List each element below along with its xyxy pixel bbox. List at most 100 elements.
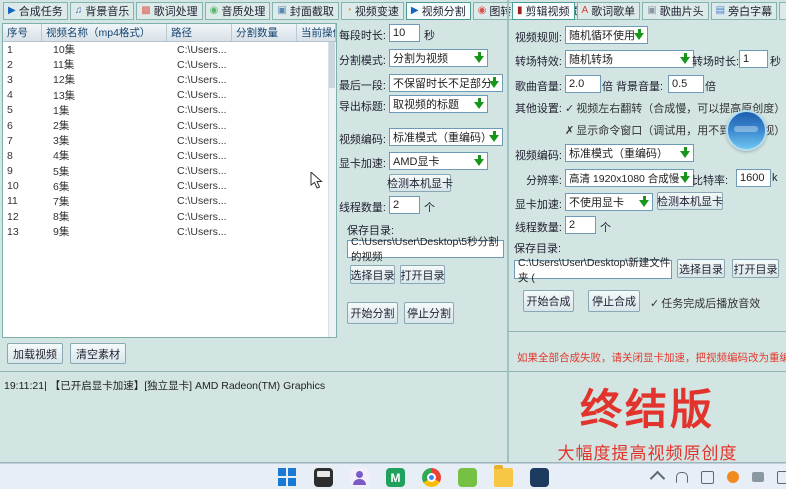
song-volume-unit: 倍 [602,78,613,94]
chrome-icon[interactable] [422,468,441,487]
promo-subtitle: 大幅度提高视频原创度 [509,439,786,464]
tab-label: 合成任务 [19,3,63,19]
tray-clipboard-icon[interactable] [701,471,714,484]
dark-app-icon[interactable] [530,468,549,487]
merge-thread-count-input[interactable]: 2 [565,216,596,234]
gpu-accel-select[interactable]: AMD显卡 [389,152,488,170]
toolbar-tab[interactable]: ▣ 歌曲片头 [642,2,708,20]
last-segment-select[interactable]: 不保留时长不足部分 [389,74,503,92]
table-row[interactable]: 5 1集 C:\Users... [3,103,336,118]
table-row[interactable]: 8 4集 C:\Users... [3,148,336,163]
toolbar-tab[interactable]: ♫ 背景音乐 [70,2,135,20]
table-row[interactable]: 1 10集 C:\Users... [3,42,336,57]
toolbar-tab[interactable]: A 歌词歌单 [577,2,641,20]
clear-materials-button[interactable]: 清空素材 [70,343,126,364]
tray-orange-app-icon[interactable] [727,471,739,483]
bg-volume-label: 背景音量: [616,78,663,94]
thread-count-input[interactable]: 2 [389,196,420,214]
save-dir-input[interactable]: C:\Users\User\Desktop\5秒分割的视频 [347,240,504,258]
tray-bell-icon[interactable] [676,472,688,483]
open-dir-button[interactable]: 打开目录 [400,265,445,284]
table-row[interactable]: 13 9集 C:\Users... [3,224,336,239]
windows-start-icon[interactable] [278,468,297,487]
export-title-select[interactable]: 取视频的标题 [389,95,488,113]
taskbar-app-icons: M [278,468,549,487]
detect-gpu-button[interactable]: 检测本机显卡 [389,174,451,192]
stop-merge-button[interactable]: 停止合成 [588,290,640,312]
tab-label: 音质处理 [221,3,265,19]
table-row[interactable]: 12 8集 C:\Users... [3,209,336,224]
mail-app-icon[interactable]: M [386,468,405,487]
floating-qq-badge[interactable] [726,110,767,151]
folder-icon[interactable] [494,468,513,487]
bitrate-input[interactable]: 1600 [736,169,771,187]
merge-detect-gpu-button[interactable]: 检测本机显卡 [657,192,723,210]
toolbar-tab[interactable]: ⇧ 导出标题 [779,2,786,20]
toolbar-tab[interactable]: ◔ 视频变速 [341,2,404,20]
table-row[interactable]: 3 12集 C:\Users... [3,72,336,87]
toolbar-tab[interactable]: ▮ 剪辑视频 [512,2,575,20]
toolbar-tab[interactable]: ▶ 合成任务 [3,2,68,20]
toolbar-tab[interactable]: ▩ 歌词处理 [136,2,202,20]
cell-path: C:\Users... [173,195,237,207]
transition-select[interactable]: 随机转场 [565,50,694,68]
table-row[interactable]: 2 11集 C:\Users... [3,57,336,72]
col-header-splitcount[interactable]: 分割数量 [232,24,297,41]
cell-name: 10集 [41,42,173,57]
merge-choose-dir-button[interactable]: 选择目录 [677,259,725,278]
merge-gpu-select[interactable]: 不使用显卡 [565,193,653,211]
table-row[interactable]: 7 3集 C:\Users... [3,133,336,148]
choose-dir-button[interactable]: 选择目录 [350,265,395,284]
tray-chevron-up-icon[interactable] [650,471,666,487]
load-videos-button[interactable]: 加载视频 [7,343,63,364]
cell-name: 6集 [41,179,173,194]
bg-volume-input[interactable]: 0.5 [668,75,704,93]
cell-name: 13集 [41,88,173,103]
cell-path: C:\Users... [173,135,237,147]
merge-encode-label: 视频编码: [512,147,562,163]
tray-volume-icon[interactable] [777,471,786,484]
transition-length-input[interactable]: 1 [739,50,768,68]
transition-length-unit: 秒 [770,53,781,69]
toolbar-tab[interactable]: ▶ 视频分割 [406,2,471,20]
merge-save-dir-input[interactable]: C:\Users\User\Desktop\新建文件夹 ( [514,260,672,279]
video-encode-select[interactable]: 标准模式（重编码） [389,128,503,146]
col-header-index[interactable]: 序号 [3,24,42,41]
dropdown-arrow-icon [679,146,692,160]
cell-name: 3集 [41,133,173,148]
tray-network-icon[interactable] [752,472,764,482]
dropdown-arrow-icon [679,171,692,185]
start-merge-button[interactable]: 开始合成 [523,290,574,312]
video-rule-select[interactable]: 随机循环使用 [565,26,648,44]
toolbar-tab[interactable]: ▤ 旁白字幕 [711,2,777,20]
toolbar-tab[interactable]: ◉ 音质处理 [205,2,271,20]
table-row[interactable]: 10 6集 C:\Users... [3,179,336,194]
segment-duration-input[interactable]: 10 [389,24,420,42]
split-mode-select[interactable]: 分割为视频 [389,49,488,67]
resolution-select[interactable]: 高清 1920x1080 合成慢 [565,169,694,187]
tab-label: 歌词处理 [154,3,198,19]
toolbar-tab[interactable]: ▣ 封面截取 [272,2,338,20]
contacts-app-icon[interactable] [350,468,369,487]
green-app-icon[interactable] [458,468,477,487]
merge-encode-select[interactable]: 标准模式（重编码） [565,144,694,162]
sound-on-finish-checkbox[interactable]: ✓任务完成后播放音效 [650,295,760,311]
stop-split-button[interactable]: 停止分割 [404,302,454,324]
cell-name: 4集 [41,148,173,163]
table-row[interactable]: 6 2集 C:\Users... [3,118,336,133]
table-row[interactable]: 11 7集 C:\Users... [3,194,336,209]
merge-open-dir-button[interactable]: 打开目录 [732,259,779,278]
cell-path: C:\Users... [173,180,237,192]
col-header-name[interactable]: 视频名称（mp4格式） [42,24,167,41]
start-split-button[interactable]: 开始分割 [347,302,398,324]
cell-path: C:\Users... [173,226,237,238]
tab-icon: ▤ [716,6,725,16]
log-line: 19:11:21| 【已开启显卡加速】[独立显卡] AMD Radeon(TM)… [4,378,325,393]
table-row[interactable]: 9 5集 C:\Users... [3,164,336,179]
dropdown-arrow-icon [473,154,486,168]
file-explorer-icon[interactable] [314,468,333,487]
cell-path: C:\Users... [173,89,237,101]
col-header-path[interactable]: 路径 [167,24,232,41]
song-volume-input[interactable]: 2.0 [565,75,601,93]
table-row[interactable]: 4 13集 C:\Users... [3,88,336,103]
